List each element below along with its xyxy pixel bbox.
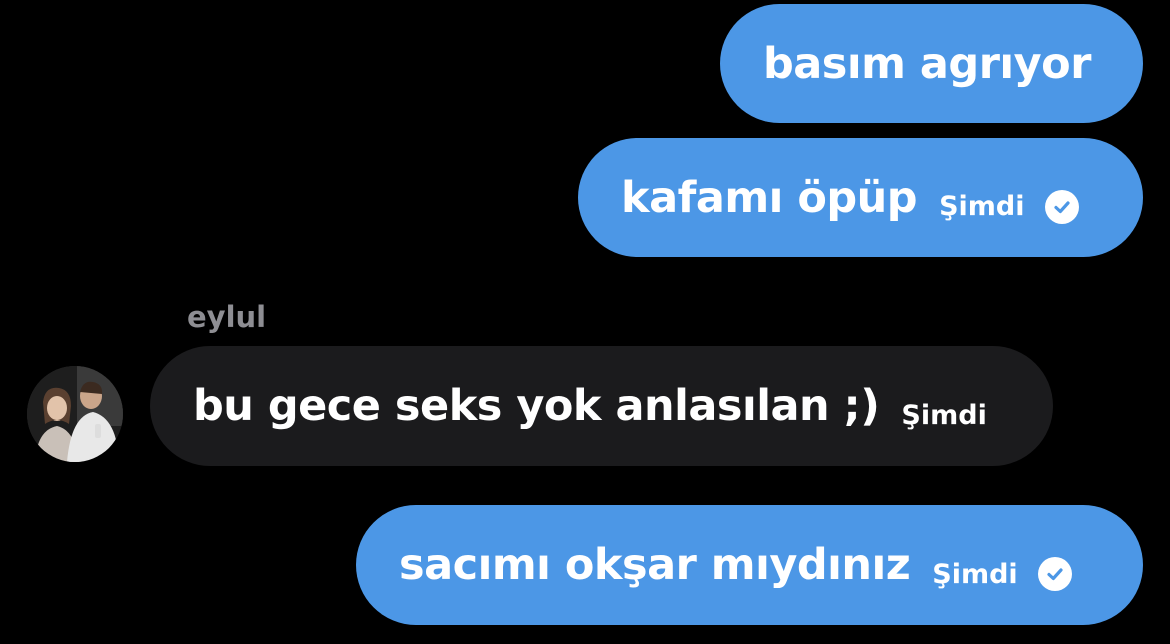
message-text: kafamı öpüp [621,172,918,223]
message-bubble-outgoing[interactable]: kafamı öpüp Şimdi [578,138,1143,257]
message-text: bu gece seks yok anlasılan ;) [193,381,880,431]
check-circle-icon [1037,557,1072,591]
message-time: Şimdi [932,558,1018,590]
sender-name: eylul [187,300,267,334]
message-text: sacımı okşar mıydınız [399,540,911,590]
check-circle-icon [1044,189,1079,224]
avatar[interactable] [27,366,123,462]
message-bubble-outgoing[interactable]: basım agrıyor [720,4,1143,123]
message-time: Şimdi [939,191,1025,222]
message-text: basım agrıyor [763,38,1091,89]
message-bubble-incoming[interactable]: bu gece seks yok anlasılan ;) Şimdi [150,346,1053,466]
message-bubble-outgoing[interactable]: sacımı okşar mıydınız Şimdi [356,505,1143,625]
message-time: Şimdi [901,399,987,431]
message-meta: Şimdi [932,539,1072,591]
message-meta: Şimdi [901,382,986,431]
message-meta: Şimdi [939,172,1079,224]
